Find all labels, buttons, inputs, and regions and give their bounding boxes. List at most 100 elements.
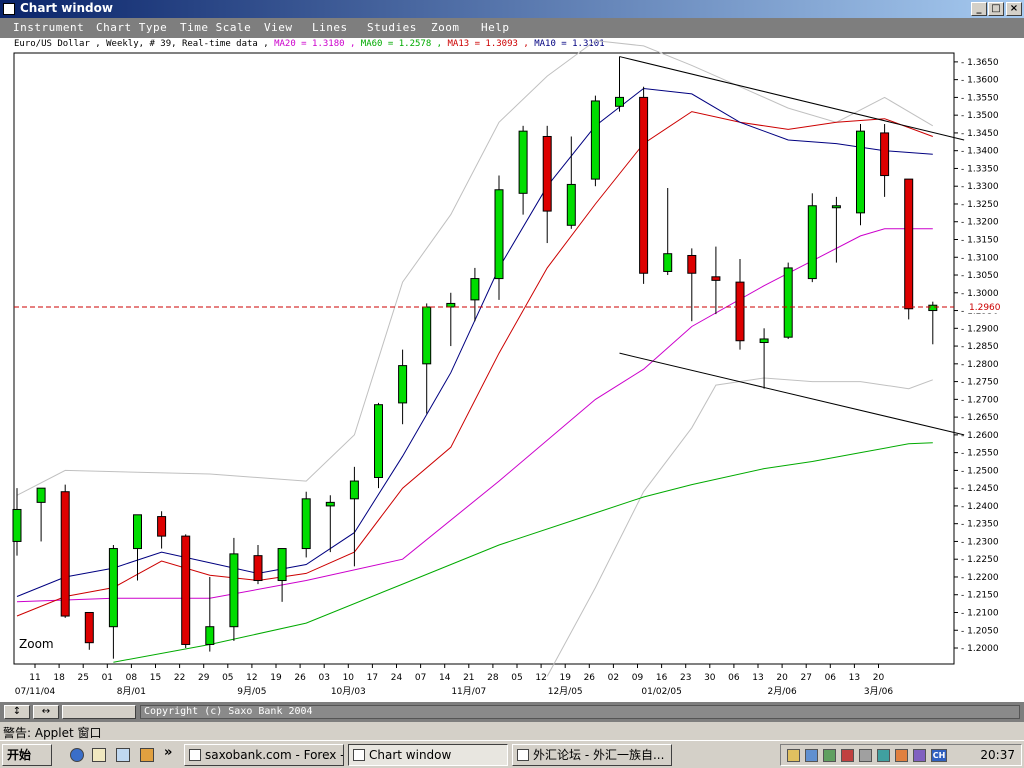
antivirus-icon[interactable]	[841, 749, 854, 762]
candle-body	[374, 404, 383, 479]
quicklaunch-overflow-icon[interactable]: »	[164, 745, 172, 760]
y-tick-label: - 1.2650	[961, 413, 999, 423]
x-tick-label: 13	[752, 673, 763, 683]
y-tick-label: - 1.2400	[961, 502, 999, 512]
menu-time-scale[interactable]: Time Scale	[180, 21, 251, 34]
y-tick-label: - 1.3650	[961, 58, 999, 68]
candle-body	[518, 130, 528, 194]
candle-body	[856, 130, 865, 214]
candlestick-chart[interactable]: - 1.2000 - 1.2050 - 1.2100 - 1.2150 - 1.2200…	[0, 38, 1024, 702]
task-chart-window[interactable]: Chart window	[348, 744, 508, 766]
title-bar: Chart window _ □ ×	[0, 0, 1024, 18]
language-indicator[interactable]: CH	[931, 749, 947, 762]
x-tick-label: 24	[391, 673, 403, 683]
menu-lines[interactable]: Lines	[312, 21, 348, 34]
copyright-text: Copyright (c) Saxo Bank 2004	[140, 705, 1020, 719]
candle-body	[615, 96, 624, 107]
menu-view[interactable]: View	[264, 21, 293, 34]
y-tick-label: - 1.3100	[961, 253, 999, 263]
candle-body	[325, 501, 335, 507]
x-tick-label: 19	[270, 673, 282, 683]
candle-body	[494, 189, 504, 280]
y-tick-label: - 1.3450	[961, 129, 999, 139]
x-tick-label: 08	[126, 673, 138, 683]
month-label: 01/02/05	[641, 687, 681, 697]
menu-help[interactable]: Help	[481, 21, 510, 34]
candle-body	[831, 205, 841, 209]
month-label: 10月/03	[331, 686, 366, 697]
chart-panel: Euro/US Dollar , Weekly, # 39, Real-time…	[0, 38, 1024, 702]
candle-body	[349, 480, 359, 500]
x-tick-label: 16	[656, 673, 668, 683]
tray-app-icon[interactable]	[913, 749, 926, 762]
candle-body	[108, 548, 118, 628]
tray-app-icon[interactable]	[823, 749, 836, 762]
media-icon[interactable]	[140, 748, 154, 762]
plot-area	[13, 52, 955, 665]
menu-chart-type[interactable]: Chart Type	[96, 21, 167, 34]
x-tick-label: 06	[825, 673, 837, 683]
task-forex-forum[interactable]: 外汇论坛 - 外汇一族自...	[512, 744, 672, 766]
y-tick-label: - 1.3050	[961, 271, 999, 281]
menu-studies[interactable]: Studies	[367, 21, 417, 34]
candle-body	[253, 555, 263, 582]
tray-app-icon[interactable]	[895, 749, 908, 762]
candle-body	[205, 626, 215, 645]
volume-icon[interactable]	[787, 749, 800, 762]
x-tick-label: 20	[776, 673, 788, 683]
y-tick-label: - 1.2200	[961, 573, 999, 583]
outlook-icon[interactable]	[92, 748, 106, 762]
month-label: 2月/06	[767, 686, 796, 697]
x-tick-label: 03	[318, 673, 329, 683]
x-tick-label: 26	[294, 673, 306, 683]
x-tick-label: 29	[198, 673, 210, 683]
menu-zoom[interactable]: Zoom	[431, 21, 460, 34]
candle-body	[470, 278, 480, 301]
vertical-zoom-button[interactable]: ↕	[4, 705, 30, 719]
menu-bar: Instrument Chart Type Time Scale View Li…	[0, 18, 1024, 38]
x-tick-label: 18	[53, 673, 65, 683]
candle-body	[904, 178, 914, 310]
x-tick-label: 02	[608, 673, 619, 683]
menu-instrument[interactable]: Instrument	[13, 21, 84, 34]
ie-icon[interactable]	[70, 748, 84, 762]
candle-body	[880, 132, 890, 177]
x-tick-label: 05	[222, 673, 233, 683]
candle-body	[84, 611, 94, 644]
close-button[interactable]: ×	[1006, 2, 1022, 16]
month-label: 07/11/04	[15, 687, 56, 697]
candle-body	[711, 276, 721, 281]
x-tick-label: 23	[680, 673, 691, 683]
y-tick-label: - 1.3500	[961, 111, 999, 121]
ie-icon	[517, 749, 529, 761]
x-tick-label: 11	[29, 673, 40, 683]
y-tick-label: - 1.2350	[961, 520, 999, 530]
month-label: 9月/05	[237, 686, 266, 697]
candle-body	[446, 302, 456, 308]
candle-body	[663, 253, 673, 272]
maximize-button[interactable]: □	[988, 2, 1004, 16]
month-label: 3月/06	[864, 686, 893, 697]
candle-body	[60, 491, 70, 617]
candle-body	[807, 205, 817, 280]
horizontal-zoom-button[interactable]: ↔	[33, 705, 59, 719]
desktop-icon[interactable]	[116, 748, 130, 762]
candle-body	[422, 306, 432, 365]
candle-body	[133, 514, 142, 550]
candle-body	[566, 183, 576, 226]
network-icon[interactable]	[805, 749, 818, 762]
java-cup-icon	[353, 749, 365, 761]
x-tick-label: 25	[77, 673, 88, 683]
candle-body	[928, 304, 938, 312]
candle-body	[229, 553, 239, 628]
y-tick-label: - 1.2100	[961, 608, 999, 618]
start-button[interactable]: 开始	[2, 744, 52, 766]
x-tick-label: 07	[415, 673, 426, 683]
tray-app-icon[interactable]	[859, 749, 872, 762]
system-tray: CH 20:37	[780, 744, 1022, 766]
y-tick-label: - 1.3250	[961, 200, 999, 210]
candle-body	[277, 548, 287, 582]
minimize-button[interactable]: _	[971, 2, 987, 16]
tray-app-icon[interactable]	[877, 749, 890, 762]
task-saxobank[interactable]: saxobank.com - Forex - ...	[184, 744, 344, 766]
